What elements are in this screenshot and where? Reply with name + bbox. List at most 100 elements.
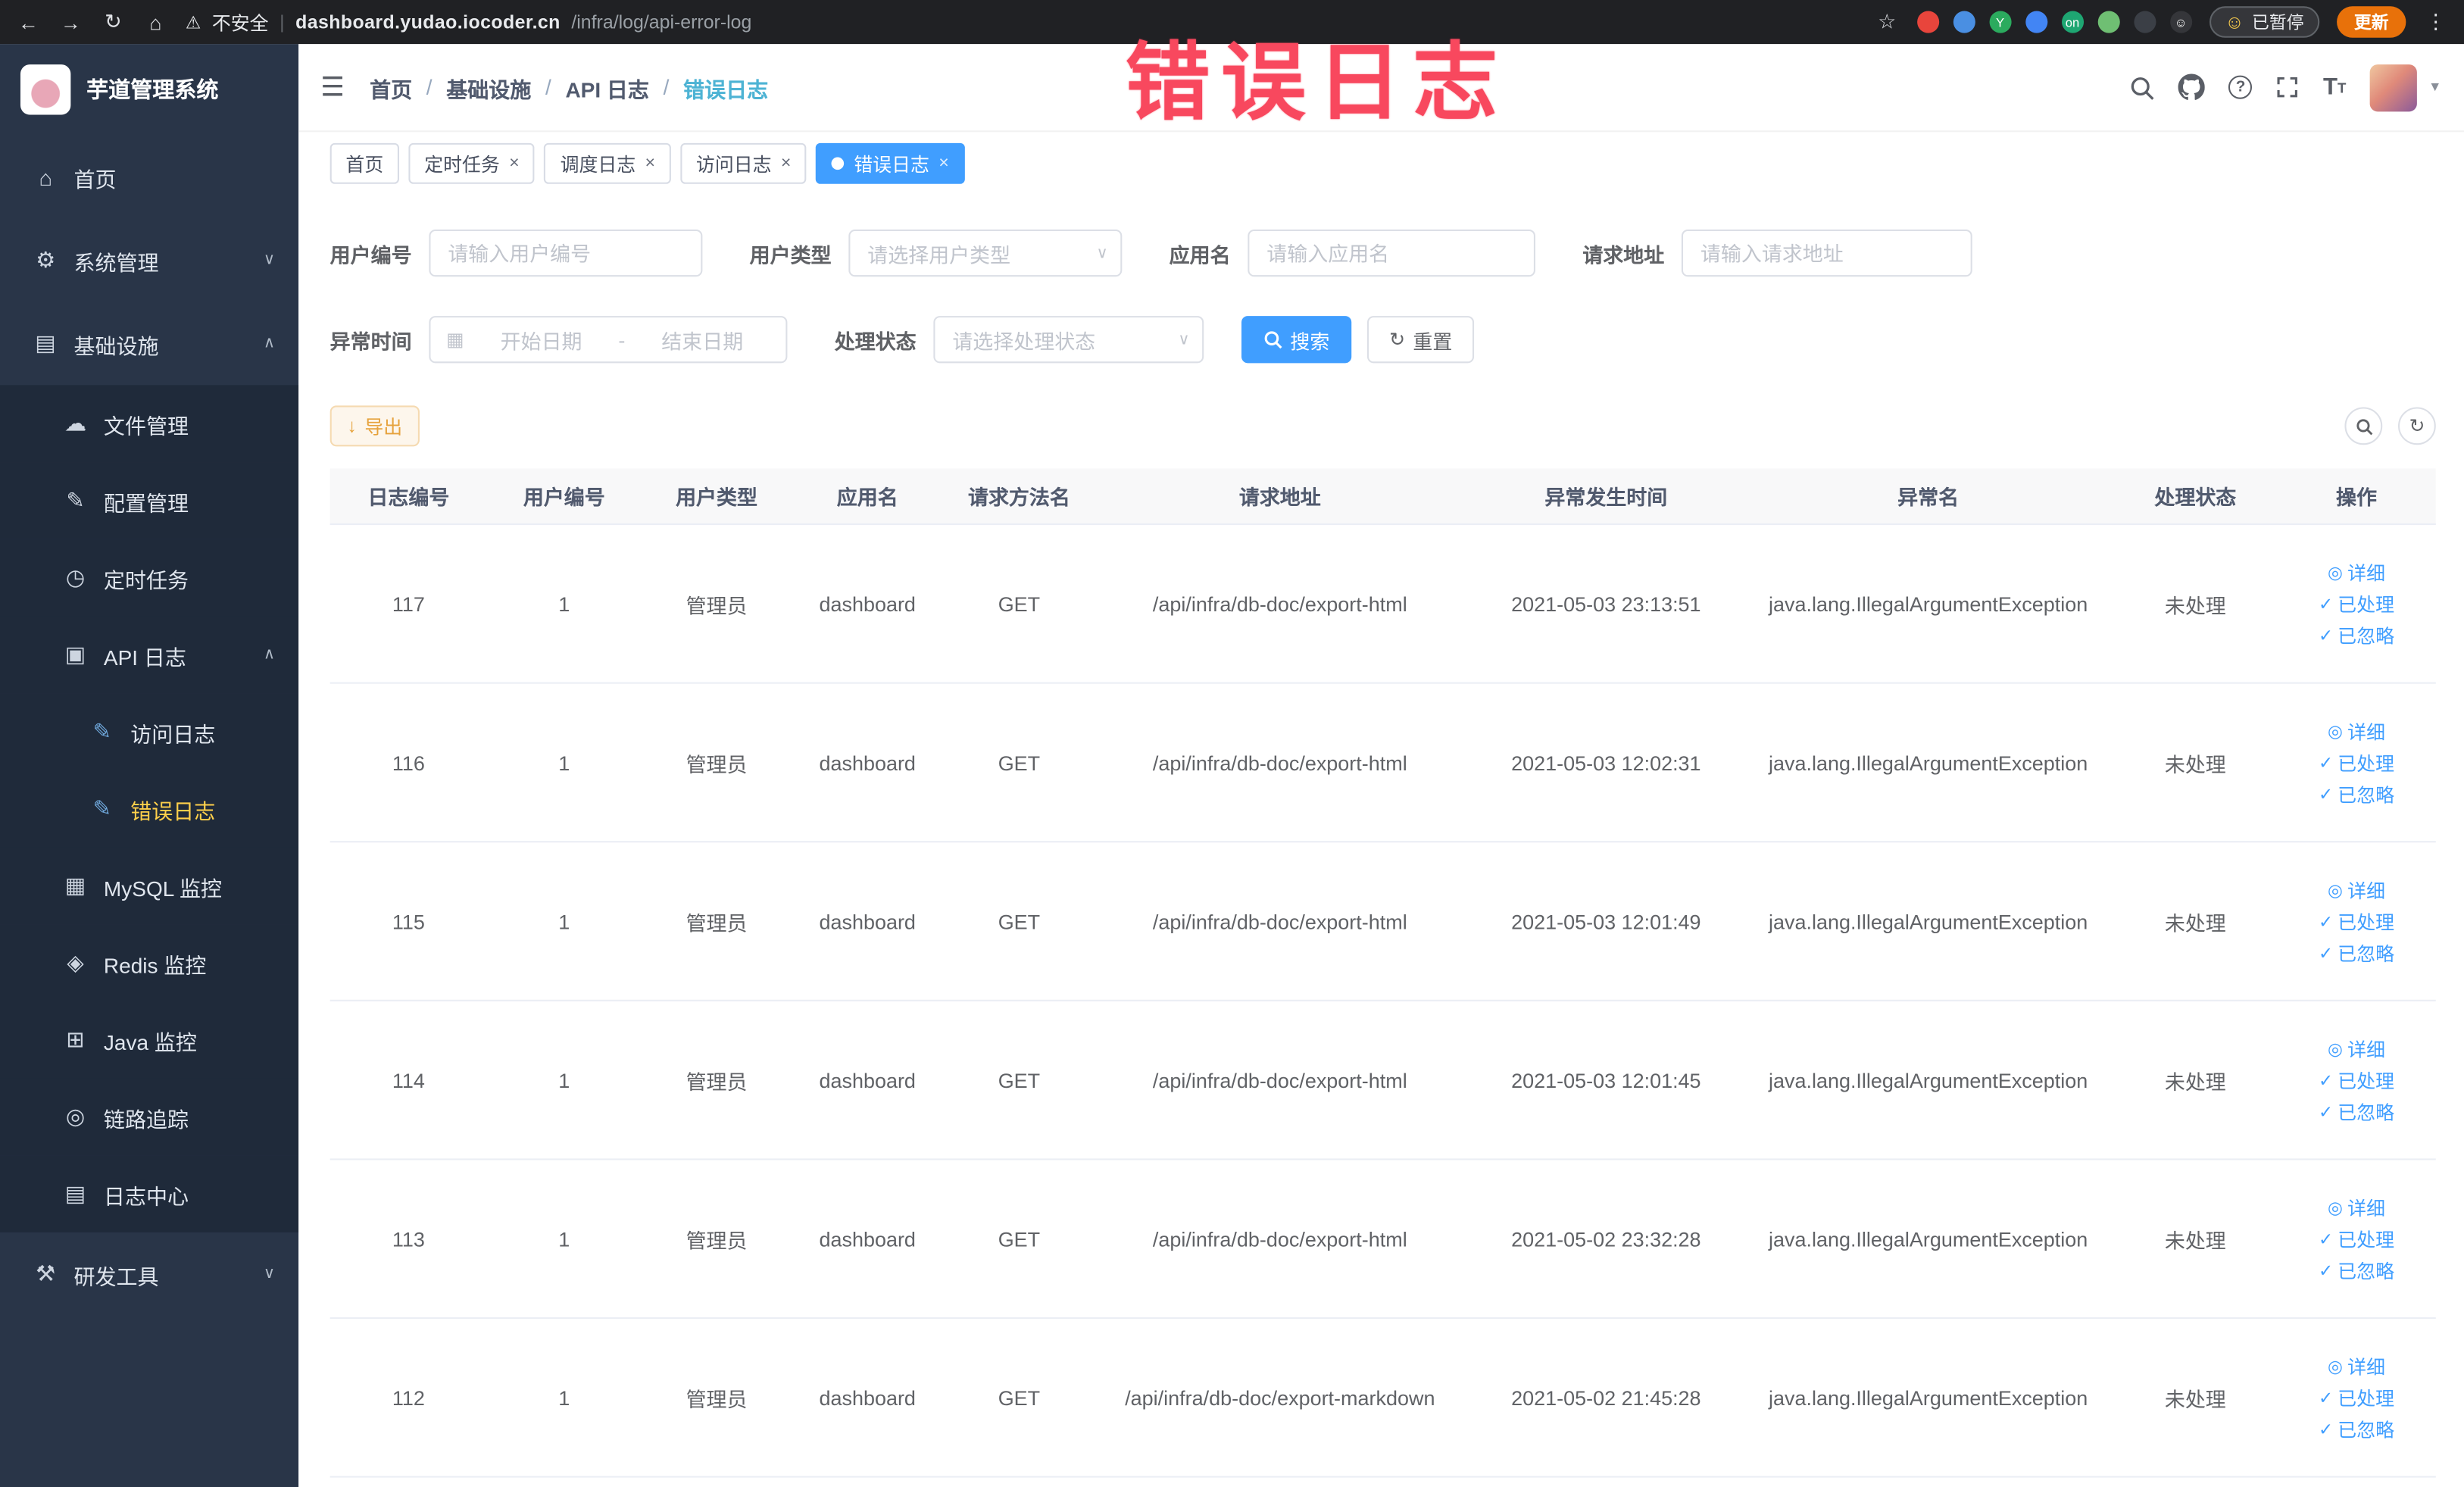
forward-icon[interactable]: → — [58, 10, 83, 33]
app-name-input[interactable] — [1248, 229, 1536, 277]
tab-close-icon[interactable]: × — [509, 154, 519, 173]
tab-job-log[interactable]: 调度日志 × — [544, 142, 671, 184]
action-detail-link[interactable]: ◎ 详细 — [2328, 876, 2385, 903]
tab-job[interactable]: 定时任务 × — [408, 142, 536, 184]
tab-close-icon[interactable]: × — [645, 154, 655, 173]
action-label: 已处理 — [2338, 751, 2395, 774]
action-ignored-link[interactable]: ✓ 已忽略 — [2319, 780, 2394, 807]
sidebar-item-home[interactable]: ⌂ 首页 — [0, 135, 298, 218]
request-url-input[interactable] — [1682, 229, 1972, 277]
sidebar-item-api-log[interactable]: ▣ API 日志 ∧ — [0, 616, 299, 694]
sidebar-item-dev-tools[interactable]: ⚒ 研发工具 ∨ — [0, 1232, 298, 1316]
action-ignored-link[interactable]: ✓ 已忽略 — [2319, 1257, 2394, 1283]
extension-smiley-icon[interactable]: ☺ — [2169, 11, 2192, 33]
bookmark-star-icon[interactable]: ☆ — [1875, 9, 1900, 34]
action-detail-link[interactable]: ◎ 详细 — [2328, 1353, 2385, 1379]
cell-app-name: dashboard — [819, 1226, 916, 1251]
action-label: 已忽略 — [2338, 1260, 2395, 1282]
github-icon[interactable] — [2178, 73, 2206, 101]
url-domain: dashboard.yudao.iocoder.cn — [295, 11, 561, 33]
action-ignored-link[interactable]: ✓ 已忽略 — [2319, 1416, 2394, 1442]
fullscreen-icon[interactable] — [2276, 76, 2300, 99]
font-size-icon[interactable]: TT — [2323, 76, 2346, 99]
update-button[interactable]: 更新 — [2337, 6, 2406, 38]
action-label: 已处理 — [2338, 911, 2395, 933]
exception-time-range-picker[interactable]: ▦ 开始日期 - 结束日期 — [429, 316, 788, 364]
sidebar-item-config[interactable]: ✎ 配置管理 — [0, 462, 299, 539]
cell-app-name: dashboard — [819, 1385, 916, 1410]
browser-menu-icon[interactable]: ⋮ — [2423, 9, 2448, 34]
tab-error-log[interactable]: 错误日志 × — [816, 142, 965, 184]
browser-home-icon[interactable]: ⌂ — [143, 10, 168, 33]
tab-close-icon[interactable]: × — [781, 154, 791, 173]
cell-app-name: dashboard — [819, 750, 916, 774]
user-type-select[interactable]: 请选择用户类型 ∨ — [848, 229, 1123, 277]
breadcrumb-item[interactable]: 首页 — [370, 71, 412, 103]
extension-red-icon[interactable] — [1916, 11, 1939, 33]
sidebar-item-file[interactable]: ☁ 文件管理 — [0, 385, 299, 463]
breadcrumb-item[interactable]: 基础设施 — [446, 71, 531, 103]
row-actions: ◎ 详细 ✓ 已处理 ✓ 已忽略 — [2281, 1353, 2431, 1442]
user-type-label: 用户类型 — [749, 242, 832, 267]
export-button-label: 导出 — [364, 415, 403, 438]
action-detail-link[interactable]: ◎ 详细 — [2328, 559, 2385, 586]
action-detail-link[interactable]: ◎ 详细 — [2328, 1194, 2385, 1220]
reset-button[interactable]: ↻ 重置 — [1367, 316, 1475, 364]
toggle-search-button[interactable] — [2344, 407, 2383, 445]
extension-dark-tool-icon[interactable] — [2133, 11, 2156, 33]
extension-green-icon[interactable]: Y — [1989, 11, 2012, 33]
app-logo[interactable]: 芋道管理系统 — [0, 44, 298, 135]
cell-user-type: 管理员 — [685, 593, 748, 617]
action-ignored-link[interactable]: ✓ 已忽略 — [2319, 622, 2394, 648]
search-icon[interactable] — [2130, 75, 2155, 100]
action-detail-link[interactable]: ◎ 详细 — [2328, 1035, 2385, 1061]
avatar-caret-icon[interactable]: ▾ — [2431, 79, 2438, 96]
action-ignored-link[interactable]: ✓ 已忽略 — [2319, 939, 2394, 966]
extension-on-badge-icon[interactable]: on — [2061, 11, 2084, 33]
action-ignored-link[interactable]: ✓ 已忽略 — [2319, 1098, 2394, 1124]
help-icon[interactable]: ? — [2228, 75, 2253, 99]
tab-close-icon[interactable]: × — [938, 154, 948, 173]
eye-icon: ◎ — [2328, 1039, 2343, 1059]
extension-blue-drop-icon[interactable] — [1953, 11, 1975, 33]
tab-home[interactable]: 首页 — [329, 142, 400, 184]
action-processed-link[interactable]: ✓ 已处理 — [2319, 1226, 2394, 1252]
reload-icon[interactable]: ↻ — [101, 9, 126, 34]
sidebar-item-job[interactable]: ◷ 定时任务 — [0, 539, 299, 617]
cell-method: GET — [998, 750, 1041, 774]
action-processed-link[interactable]: ✓ 已处理 — [2319, 1067, 2394, 1093]
action-processed-link[interactable]: ✓ 已处理 — [2319, 908, 2394, 934]
extension-leaf-icon[interactable] — [2097, 11, 2120, 33]
sidebar-item-access-log[interactable]: ✎ 访问日志 — [0, 693, 299, 770]
sidebar-item-label: 首页 — [73, 167, 117, 192]
search-button[interactable]: 搜索 — [1241, 316, 1352, 364]
action-processed-link[interactable]: ✓ 已处理 — [2319, 590, 2394, 617]
column-header-log-id: 日志编号 — [367, 486, 450, 510]
avatar[interactable] — [2369, 64, 2417, 111]
action-detail-link[interactable]: ◎ 详细 — [2328, 717, 2385, 744]
sidebar-item-log-center[interactable]: ▤ 日志中心 — [0, 1155, 299, 1232]
sidebar-item-infra[interactable]: ▤ 基础设施 ∧ — [0, 301, 298, 385]
breadcrumb-item[interactable]: API 日志 — [565, 71, 649, 103]
sidebar-item-system[interactable]: ⚙ 系统管理 ∨ — [0, 218, 298, 301]
sidebar-item-java[interactable]: ⊞ Java 监控 — [0, 1001, 299, 1079]
address-bar[interactable]: ⚠ 不安全 | dashboard.yudao.iocoder.cn/infra… — [186, 8, 1857, 35]
tab-access-log[interactable]: 访问日志 × — [680, 142, 807, 184]
refresh-button[interactable]: ↻ — [2397, 407, 2436, 445]
export-button[interactable]: ↓ 导出 — [329, 405, 420, 447]
user-type-placeholder: 请选择用户类型 — [867, 242, 1011, 267]
back-icon[interactable]: ← — [16, 10, 41, 33]
paused-button[interactable]: ☺ 已暂停 — [2209, 6, 2320, 38]
cell-user-type: 管理员 — [685, 1070, 748, 1094]
user-id-input[interactable] — [429, 229, 703, 277]
sidebar-item-label: 系统管理 — [73, 250, 159, 275]
sidebar-item-error-log[interactable]: ✎ 错误日志 — [0, 770, 299, 848]
sidebar-item-redis[interactable]: ◈ Redis 监控 — [0, 924, 299, 1001]
process-status-select[interactable]: 请选择处理状态 ∨ — [933, 316, 1204, 364]
action-processed-link[interactable]: ✓ 已处理 — [2319, 749, 2394, 776]
extension-grid-icon[interactable] — [2025, 11, 2047, 33]
sidebar-item-mysql[interactable]: ▦ MySQL 监控 — [0, 847, 299, 925]
sidebar-toggle-icon[interactable]: ☰ — [320, 71, 345, 103]
sidebar-item-trace[interactable]: ◎ 链路追踪 — [0, 1078, 299, 1156]
action-processed-link[interactable]: ✓ 已处理 — [2319, 1384, 2394, 1410]
